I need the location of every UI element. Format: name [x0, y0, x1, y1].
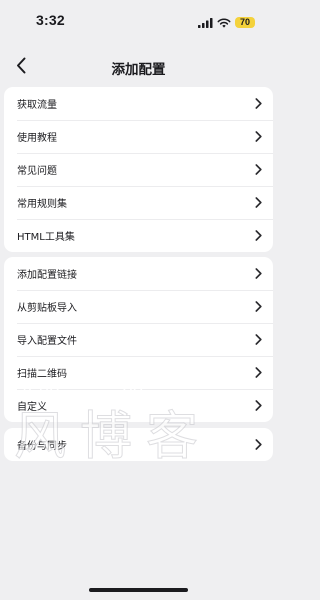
menu-item-tutorial[interactable]: 使用教程	[4, 120, 273, 153]
chevron-right-icon	[255, 230, 262, 241]
menu-item-add-config-link[interactable]: 添加配置链接	[4, 257, 273, 290]
chevron-right-icon	[255, 439, 262, 450]
menu-item-label: 从剪贴板导入	[17, 303, 77, 314]
menu-item-faq[interactable]: 常见问题	[4, 153, 273, 186]
menu-item-label: 扫描二维码	[17, 369, 67, 380]
menu-item-label: HTML工具集	[17, 232, 75, 243]
chevron-right-icon	[255, 164, 262, 175]
menu-item-custom[interactable]: 自定义	[4, 389, 273, 422]
menu-item-scan-qr[interactable]: 扫描二维码	[4, 356, 273, 389]
chevron-right-icon	[255, 268, 262, 279]
status-indicators: 70	[198, 13, 255, 32]
menu-item-label: 获取流量	[17, 100, 57, 111]
menu-item-get-traffic[interactable]: 获取流量	[4, 87, 273, 120]
menu-item-html-tools[interactable]: HTML工具集	[4, 219, 273, 252]
battery-icon: 70	[235, 17, 255, 28]
menu-item-label: 备份与同步	[17, 441, 67, 452]
chevron-right-icon	[255, 334, 262, 345]
menu-item-rulesets[interactable]: 常用规则集	[4, 186, 273, 219]
menu-item-backup-sync[interactable]: 备份与同步	[4, 428, 273, 461]
status-time: 3:32	[36, 12, 65, 28]
chevron-right-icon	[255, 301, 262, 312]
page-title: 添加配置	[111, 62, 166, 78]
menu-item-label: 使用教程	[17, 133, 57, 144]
chevron-right-icon	[255, 197, 262, 208]
backup-group: 备份与同步	[4, 428, 273, 461]
chevron-right-icon	[255, 367, 262, 378]
menu-item-label: 常见问题	[17, 166, 57, 177]
navigation-bar: 添加配置	[0, 52, 277, 82]
import-group: 添加配置链接 从剪贴板导入 导入配置文件 扫描二维码 自定义	[4, 257, 273, 422]
signal-icon	[198, 13, 213, 32]
chevron-right-icon	[255, 131, 262, 142]
menu-item-label: 导入配置文件	[17, 336, 77, 347]
help-group: 获取流量 使用教程 常见问题 常用规则集 HTML工具集	[4, 87, 273, 252]
wifi-icon	[217, 13, 231, 32]
status-bar: 3:32 70	[0, 0, 277, 40]
chevron-right-icon	[255, 400, 262, 411]
menu-item-label: 添加配置链接	[17, 270, 77, 281]
menu-item-label: 自定义	[17, 402, 47, 413]
chevron-right-icon	[255, 98, 262, 109]
menu-item-label: 常用规则集	[17, 199, 67, 210]
menu-item-import-clipboard[interactable]: 从剪贴板导入	[4, 290, 273, 323]
home-indicator[interactable]	[89, 588, 188, 592]
menu-item-import-file[interactable]: 导入配置文件	[4, 323, 273, 356]
